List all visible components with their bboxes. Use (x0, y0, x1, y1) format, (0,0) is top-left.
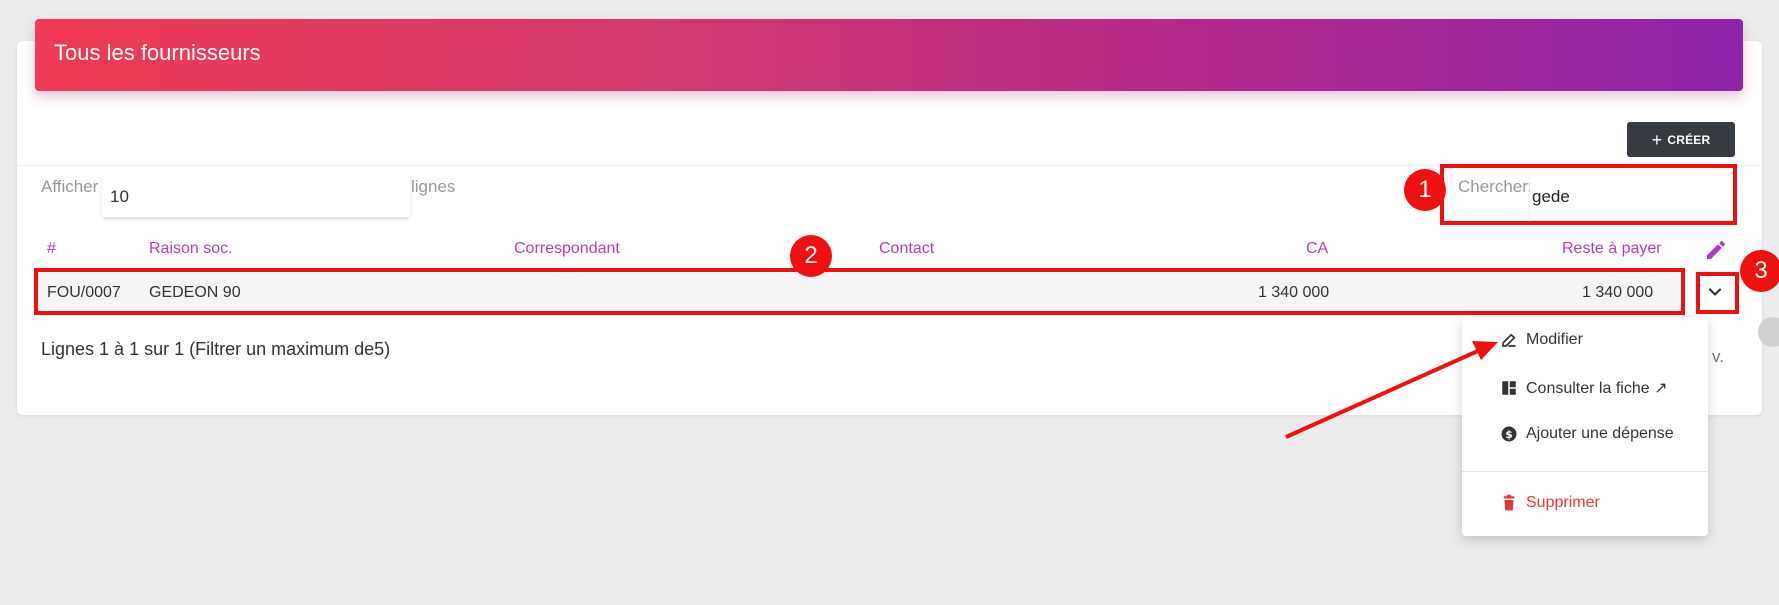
annotation-arrow (1285, 341, 1498, 439)
